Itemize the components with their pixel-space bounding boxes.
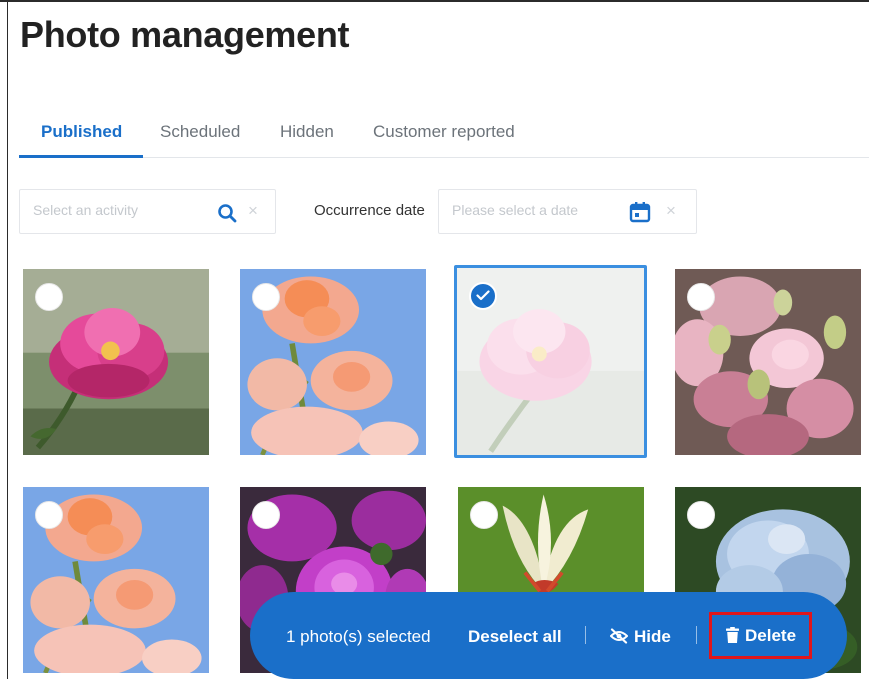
select-photo-checkbox[interactable] xyxy=(252,501,280,529)
occurrence-date-field: × xyxy=(438,189,697,234)
window-top-border xyxy=(0,0,869,2)
bar-separator xyxy=(585,626,586,644)
select-photo-checkbox[interactable] xyxy=(35,283,63,311)
selected-count: 1 photo(s) selected xyxy=(286,627,431,646)
window-left-border xyxy=(7,0,8,679)
select-photo-checkbox[interactable] xyxy=(687,501,715,529)
tab-scheduled[interactable]: Scheduled xyxy=(160,122,240,142)
deselect-all-button[interactable]: Deselect all xyxy=(468,627,562,647)
page-title: Photo management xyxy=(20,14,350,55)
selected-checkbox[interactable] xyxy=(469,282,497,310)
eye-slash-icon xyxy=(610,628,628,644)
close-icon[interactable]: × xyxy=(666,201,676,221)
close-icon[interactable]: × xyxy=(248,201,258,221)
select-photo-checkbox[interactable] xyxy=(687,283,715,311)
select-photo-checkbox[interactable] xyxy=(35,501,63,529)
photo-card[interactable] xyxy=(23,269,209,455)
occurrence-date-label: Occurrence date xyxy=(314,202,425,219)
delete-button[interactable]: Delete xyxy=(709,612,812,659)
photo-card[interactable] xyxy=(675,269,861,455)
bar-separator xyxy=(696,626,697,644)
hide-label: Hide xyxy=(634,627,671,646)
tab-customer-reported[interactable]: Customer reported xyxy=(373,122,515,142)
search-icon[interactable] xyxy=(217,203,237,223)
tab-hidden[interactable]: Hidden xyxy=(280,122,334,142)
tab-published[interactable]: Published xyxy=(41,122,122,142)
date-picker-input[interactable] xyxy=(452,202,627,218)
activity-search-field: × xyxy=(19,189,276,234)
photo-card[interactable] xyxy=(240,269,426,455)
active-tab-indicator xyxy=(19,155,143,158)
photo-card-selected[interactable] xyxy=(454,265,647,458)
select-photo-checkbox[interactable] xyxy=(470,501,498,529)
tab-bar: Published Scheduled Hidden Customer repo… xyxy=(19,112,869,158)
trash-icon xyxy=(726,627,739,643)
photo-card[interactable] xyxy=(23,487,209,673)
checkmark-icon xyxy=(476,290,490,301)
selection-action-bar: 1 photo(s) selected Deselect all Hide De… xyxy=(250,592,847,679)
select-photo-checkbox[interactable] xyxy=(252,283,280,311)
delete-label: Delete xyxy=(745,626,797,645)
calendar-icon[interactable] xyxy=(629,201,651,223)
activity-search-input[interactable] xyxy=(33,202,213,218)
